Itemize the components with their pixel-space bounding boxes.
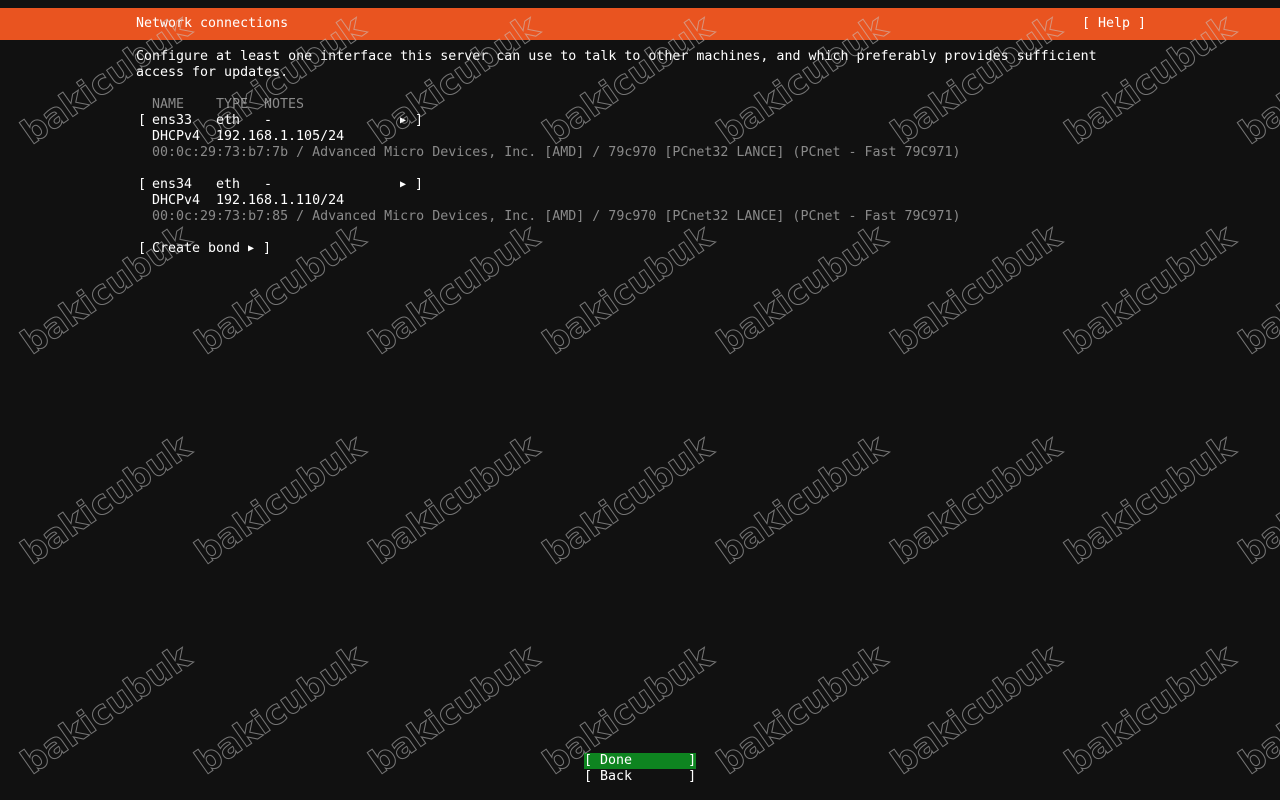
page-title: Network connections (136, 16, 289, 31)
dhcp-label: DHCPv4 (152, 193, 201, 208)
ip-address: 192.168.1.110/24 (216, 193, 345, 208)
row-close-bracket: ] (415, 113, 424, 128)
interface-notes: - (264, 113, 273, 128)
create-bond-label: Create bond (152, 241, 241, 256)
ip-address: 192.168.1.105/24 (216, 129, 345, 144)
watermark-text: bakicubuk (1232, 636, 1280, 783)
watermark-text: bakicubuk (362, 636, 547, 783)
column-header-name: NAME (152, 97, 185, 112)
watermark-text: bakicubuk (884, 216, 1069, 363)
watermark-text: bakicubuk (188, 636, 373, 783)
watermark-text: bakicubuk (1232, 426, 1280, 573)
done-button[interactable]: [ Done ] (584, 753, 696, 769)
watermark-text: bakicubuk (362, 426, 547, 573)
watermark-text: bakicubuk (710, 216, 895, 363)
hardware-info: 00:0c:29:73:b7:85 / Advanced Micro Devic… (152, 209, 961, 224)
watermark-text: bakicubuk (1058, 216, 1243, 363)
column-header-type: TYPE (216, 97, 249, 112)
intro-line-1: Configure at least one interface this se… (136, 49, 1097, 64)
row-close-bracket: ] (415, 177, 424, 192)
watermark-text: bakicubuk (14, 636, 199, 783)
watermark-text: bakicubuk (362, 216, 547, 363)
caret-right-icon: ▶ (248, 243, 255, 254)
top-strip (0, 0, 1280, 8)
intro-line-2: access for updates. (136, 65, 289, 80)
watermark-text: bakicubuk (14, 216, 199, 363)
interface-type: eth (216, 177, 241, 192)
back-button[interactable]: [ Back ] (584, 769, 696, 785)
watermark-text: bakicubuk (1058, 636, 1243, 783)
caret-right-icon[interactable]: ▶ (400, 177, 406, 193)
interface-name: ens33 (152, 113, 193, 128)
interface-name: ens34 (152, 177, 193, 192)
watermark-text: bakicubuk (710, 636, 895, 783)
watermark-text: bakicubuk (14, 426, 199, 573)
watermark-text: bakicubuk (188, 216, 373, 363)
interface-notes: - (264, 177, 273, 192)
watermark-text: bakicubuk (710, 426, 895, 573)
watermark-text: bakicubuk (1058, 426, 1243, 573)
watermark-text: bakicubuk (884, 426, 1069, 573)
interface-type: eth (216, 113, 241, 128)
header-bar: Network connections [ Help ] (0, 8, 1280, 40)
row-open-bracket: [ (138, 113, 147, 128)
column-header-notes: NOTES (264, 97, 305, 112)
create-bond-close-bracket: ] (263, 241, 272, 256)
help-button[interactable]: [ Help ] (1082, 16, 1146, 32)
watermark-text: bakicubuk (536, 426, 721, 573)
watermark-text: bakicubuk (1232, 216, 1280, 363)
watermark-text: bakicubuk (536, 216, 721, 363)
dhcp-label: DHCPv4 (152, 129, 201, 144)
watermark-text: bakicubuk (188, 426, 373, 573)
hardware-info: 00:0c:29:73:b7:7b / Advanced Micro Devic… (152, 145, 961, 160)
caret-right-icon[interactable]: ▶ (400, 113, 406, 129)
watermark-text: bakicubuk (884, 636, 1069, 783)
create-bond-open-bracket: [ (138, 241, 147, 256)
row-open-bracket: [ (138, 177, 147, 192)
